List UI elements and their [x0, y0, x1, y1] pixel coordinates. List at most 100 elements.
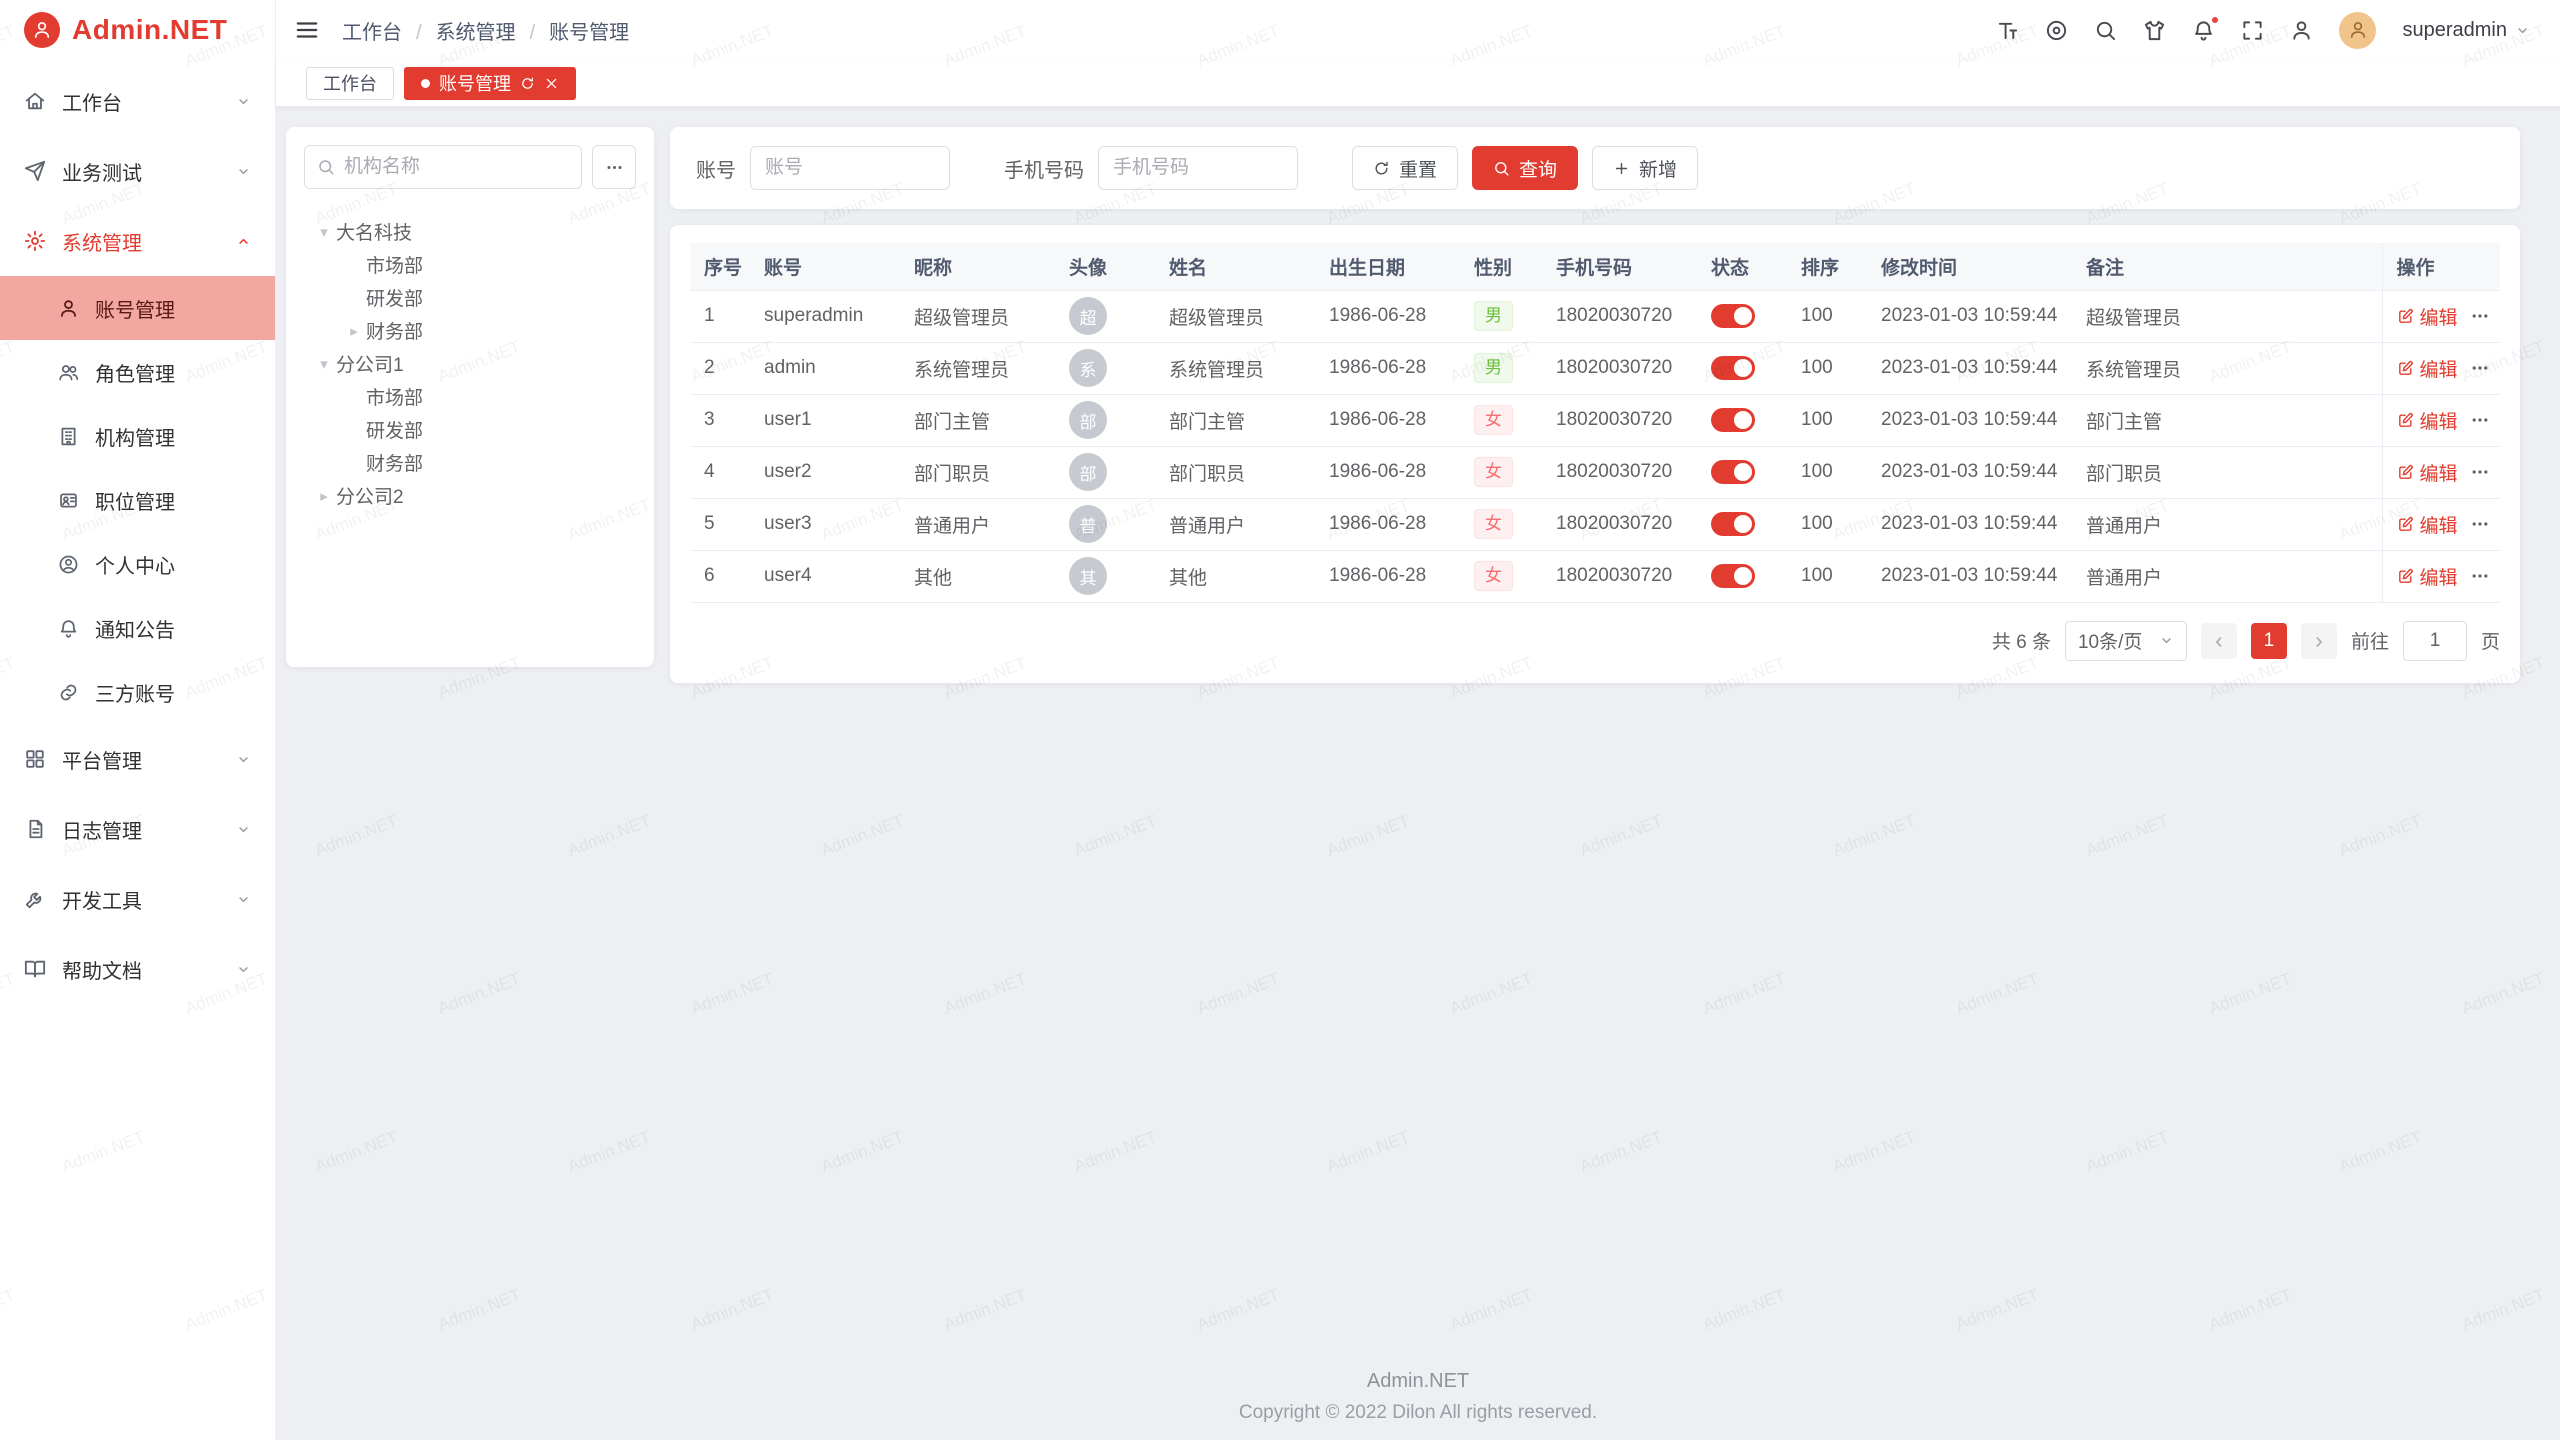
column-header[interactable]: 昵称 [900, 243, 1055, 290]
search-icon[interactable] [2094, 19, 2117, 42]
column-header[interactable]: 修改时间 [1867, 243, 2072, 290]
brand-logo[interactable]: Admin.NET [0, 0, 275, 60]
column-header[interactable]: 姓名 [1155, 243, 1315, 290]
column-header[interactable]: 排序 [1787, 243, 1867, 290]
edit-button[interactable]: 编辑 [2397, 459, 2458, 486]
sidebar-item-platform-management[interactable]: 平台管理 [0, 724, 275, 794]
more-actions-icon[interactable] [2470, 462, 2490, 482]
more-actions-icon[interactable] [2470, 306, 2490, 326]
status-toggle[interactable] [1711, 356, 1755, 380]
tree-item[interactable]: ▾ 分公司1 [304, 347, 636, 380]
tree-item[interactable]: ▸ 分公司2 [304, 479, 636, 512]
sidebar-item-notice[interactable]: 通知公告 [0, 596, 275, 660]
org-more-button[interactable] [592, 145, 636, 189]
menu-toggle-icon[interactable] [294, 17, 320, 43]
page-size-select[interactable]: 10条/页 [2065, 621, 2187, 661]
table-row[interactable]: 5 user3 普通用户 普 普通用户 1986-06-28 女 1802003… [690, 498, 2500, 550]
column-header[interactable]: 出生日期 [1315, 243, 1460, 290]
status-toggle[interactable] [1711, 564, 1755, 588]
chevron-down-icon [236, 164, 251, 179]
row-actions: 编辑 [2397, 511, 2487, 538]
edit-button[interactable]: 编辑 [2397, 355, 2458, 382]
refresh-icon[interactable] [520, 76, 535, 91]
column-header[interactable]: 账号 [750, 243, 900, 290]
theme-icon[interactable] [2143, 19, 2166, 42]
sidebar-item-label: 账号管理 [95, 294, 175, 323]
breadcrumb-item[interactable]: 系统管理 [436, 16, 550, 45]
column-header[interactable]: 操作 [2382, 243, 2500, 290]
tree-item-label: 研发部 [366, 416, 423, 443]
sidebar-item-account-management[interactable]: 账号管理 [0, 276, 275, 340]
sidebar-item-personal-center[interactable]: 个人中心 [0, 532, 275, 596]
column-header[interactable]: 性别 [1460, 243, 1542, 290]
notification-bell[interactable] [2192, 19, 2215, 42]
breadcrumb-item[interactable]: 工作台 [342, 16, 436, 45]
column-header[interactable]: 状态 [1697, 243, 1787, 290]
status-toggle[interactable] [1711, 304, 1755, 328]
caret-down-icon[interactable]: ▾ [312, 223, 336, 241]
avatar: 其 [1069, 557, 1107, 595]
column-header[interactable]: 头像 [1055, 243, 1155, 290]
tree-item[interactable]: 市场部 [304, 380, 636, 413]
status-toggle[interactable] [1711, 460, 1755, 484]
edit-button[interactable]: 编辑 [2397, 511, 2458, 538]
tab-account-management[interactable]: 账号管理 [404, 67, 576, 100]
sidebar-item-system-management[interactable]: 系统管理 [0, 206, 275, 276]
tree-item[interactable]: 市场部 [304, 248, 636, 281]
status-toggle[interactable] [1711, 512, 1755, 536]
more-actions-icon[interactable] [2470, 410, 2490, 430]
phone-input[interactable] [1098, 146, 1298, 190]
sidebar-item-dev-tools[interactable]: 开发工具 [0, 864, 275, 934]
sidebar-item-org-management[interactable]: 机构管理 [0, 404, 275, 468]
edit-button[interactable]: 编辑 [2397, 407, 2458, 434]
current-page-button[interactable]: 1 [2251, 623, 2287, 659]
edit-button[interactable]: 编辑 [2397, 303, 2458, 330]
table-row[interactable]: 4 user2 部门职员 部 部门职员 1986-06-28 女 1802003… [690, 446, 2500, 498]
caret-down-icon[interactable]: ▾ [312, 355, 336, 373]
font-size-icon[interactable] [1996, 19, 2019, 42]
table-row[interactable]: 2 admin 系统管理员 系 系统管理员 1986-06-28 男 18020… [690, 342, 2500, 394]
status-toggle[interactable] [1711, 408, 1755, 432]
next-page-button[interactable]: › [2301, 623, 2337, 659]
caret-right-icon[interactable]: ▸ [342, 322, 366, 340]
column-header[interactable]: 序号 [690, 243, 750, 290]
cell-modified: 2023-01-03 10:59:44 [1867, 290, 2072, 342]
tree-item[interactable]: ▸ 财务部 [304, 314, 636, 347]
prev-page-button[interactable]: ‹ [2201, 623, 2237, 659]
more-actions-icon[interactable] [2470, 358, 2490, 378]
column-header[interactable]: 备注 [2072, 243, 2382, 290]
table-row[interactable]: 6 user4 其他 其 其他 1986-06-28 女 18020030720 [690, 550, 2500, 602]
edit-button[interactable]: 编辑 [2397, 563, 2458, 590]
sidebar-item-role-management[interactable]: 角色管理 [0, 340, 275, 404]
footer-title: Admin.NET [276, 1370, 2560, 1393]
add-button[interactable]: 新增 [1592, 146, 1698, 190]
user-menu[interactable]: superadmin [2402, 19, 2530, 42]
tree-item[interactable]: ▾ 大名科技 [304, 215, 636, 248]
table-row[interactable]: 3 user1 部门主管 部 部门主管 1986-06-28 女 1802003… [690, 394, 2500, 446]
more-actions-icon[interactable] [2470, 566, 2490, 586]
sidebar-item-business-test[interactable]: 业务测试 [0, 136, 275, 206]
sidebar-item-third-party-account[interactable]: 三方账号 [0, 660, 275, 724]
sidebar-item-help-docs[interactable]: 帮助文档 [0, 934, 275, 1004]
org-search-input[interactable] [344, 156, 569, 178]
language-icon[interactable] [2045, 19, 2068, 42]
sidebar-item-log-management[interactable]: 日志管理 [0, 794, 275, 864]
tree-item[interactable]: 财务部 [304, 446, 636, 479]
table-row[interactable]: 1 superadmin 超级管理员 超 超级管理员 1986-06-28 男 … [690, 290, 2500, 342]
user-settings-icon[interactable] [2290, 19, 2313, 42]
user-avatar[interactable] [2339, 12, 2376, 49]
reset-button[interactable]: 重置 [1352, 146, 1458, 190]
tab-workbench[interactable]: 工作台 [306, 67, 394, 100]
tree-item[interactable]: 研发部 [304, 413, 636, 446]
account-input[interactable] [750, 146, 950, 190]
column-header[interactable]: 手机号码 [1542, 243, 1697, 290]
sidebar-item-workbench[interactable]: 工作台 [0, 66, 275, 136]
goto-page-input[interactable] [2403, 621, 2467, 661]
tree-item[interactable]: 研发部 [304, 281, 636, 314]
search-button[interactable]: 查询 [1472, 146, 1578, 190]
more-actions-icon[interactable] [2470, 514, 2490, 534]
sidebar-item-position-management[interactable]: 职位管理 [0, 468, 275, 532]
fullscreen-icon[interactable] [2241, 19, 2264, 42]
caret-right-icon[interactable]: ▸ [312, 487, 336, 505]
close-icon[interactable] [544, 76, 559, 91]
